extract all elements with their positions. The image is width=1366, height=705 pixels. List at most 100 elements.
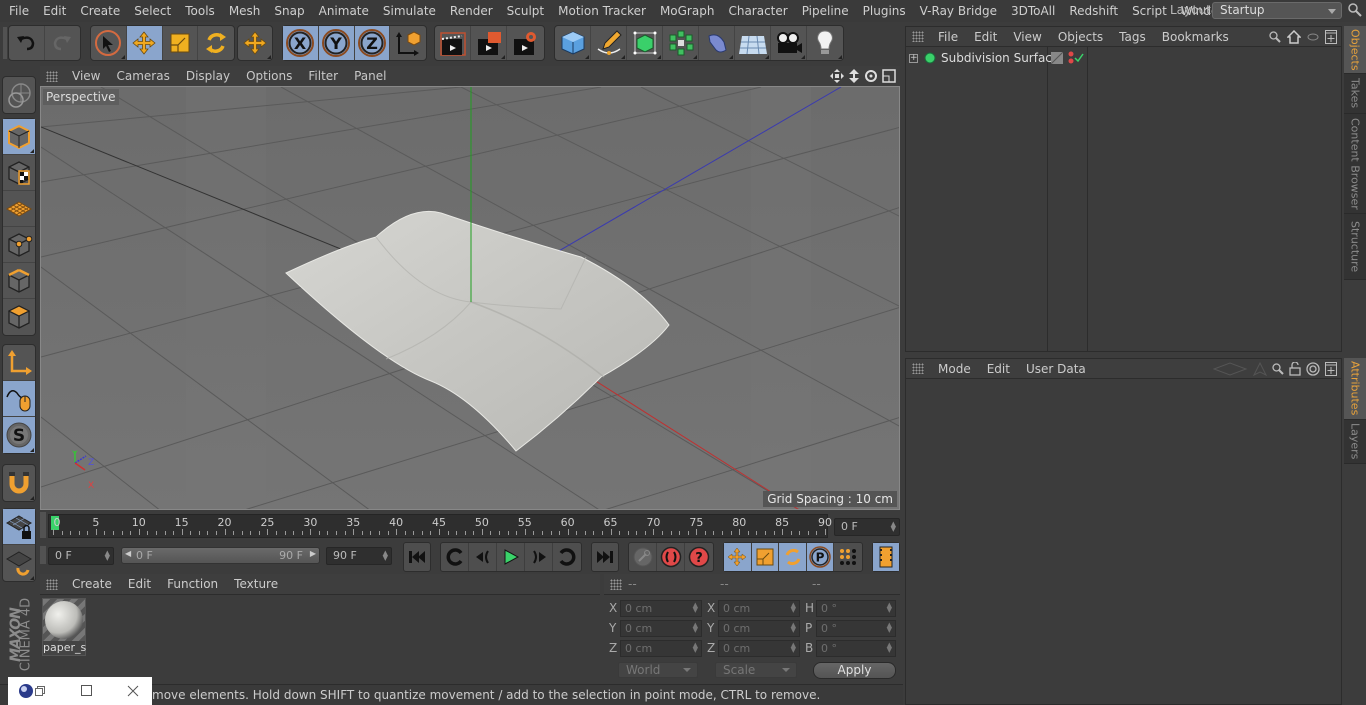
menu-simulate[interactable]: Simulate [376, 4, 443, 18]
side-tab-objects[interactable]: Objects [1344, 26, 1366, 74]
recent-move-button[interactable] [238, 26, 272, 60]
timeline-grip[interactable] [40, 512, 46, 538]
render-settings-button[interactable] [507, 26, 543, 60]
render-view-button[interactable] [435, 26, 471, 60]
end-frame-field[interactable]: 90 F ▲ ▼ [326, 547, 392, 565]
coordinate-system-button[interactable] [390, 26, 426, 60]
position-field[interactable]: 0 cm ▲ ▼ [620, 600, 702, 617]
search-icon[interactable] [1269, 30, 1281, 43]
spinner-icon[interactable]: ▲ ▼ [791, 642, 796, 654]
redo-button[interactable] [45, 26, 81, 60]
move-button[interactable] [126, 26, 163, 60]
camera-label[interactable]: Perspective [43, 89, 119, 105]
material-menu-create[interactable]: Create [64, 577, 120, 591]
tweak-mode-button[interactable] [3, 381, 35, 417]
object-menu-tags[interactable]: Tags [1111, 30, 1154, 44]
subdivision-surface-button[interactable] [627, 26, 663, 60]
cube-button[interactable] [555, 26, 591, 60]
model-mode-button[interactable] [3, 119, 35, 155]
menu-script[interactable]: Script [1125, 4, 1174, 18]
dolly-icon[interactable] [848, 69, 860, 83]
rotate-button[interactable] [198, 26, 234, 60]
coordinate-mode-select[interactable]: Scale [715, 662, 797, 678]
render-picture-viewer-button[interactable] [471, 26, 507, 60]
viewport-menu-display[interactable]: Display [178, 69, 238, 83]
view-toggle-icon[interactable] [1307, 33, 1319, 41]
key-rotation-button[interactable] [779, 543, 807, 571]
viewport-menu-filter[interactable]: Filter [300, 69, 346, 83]
key-position-button[interactable] [724, 543, 752, 571]
live-selection-button[interactable] [91, 26, 127, 60]
new-panel-icon[interactable] [1325, 361, 1337, 376]
rotation-field[interactable]: 0 ° ▲ ▼ [816, 620, 896, 637]
spinner-icon[interactable]: ▲ ▼ [887, 622, 892, 634]
next-key-button[interactable] [553, 543, 581, 571]
material-menu-edit[interactable]: Edit [120, 577, 159, 591]
size-field[interactable]: 0 cm ▲ ▼ [718, 600, 800, 617]
position-field[interactable]: 0 cm ▲ ▼ [620, 620, 702, 637]
material-menu-function[interactable]: Function [159, 577, 226, 591]
size-field[interactable]: 0 cm ▲ ▼ [718, 640, 800, 657]
search-icon[interactable] [1272, 362, 1284, 375]
light-button[interactable] [807, 26, 843, 60]
attribute-menu-edit[interactable]: Edit [979, 362, 1018, 376]
menu-3dtoall[interactable]: 3DToAll [1004, 4, 1062, 18]
material-menu-texture[interactable]: Texture [226, 577, 286, 591]
object-name[interactable]: Subdivision Surface [941, 51, 1059, 65]
edges-mode-button[interactable] [3, 263, 35, 299]
nav-up-icon[interactable] [1253, 361, 1267, 376]
attribute-menu-mode[interactable]: Mode [930, 362, 979, 376]
snap-button[interactable] [3, 465, 35, 501]
maximize-icon[interactable] [81, 685, 93, 697]
workplane-mode-button[interactable] [3, 191, 35, 227]
go-to-start-button[interactable] [404, 543, 430, 571]
unlock-icon[interactable] [1289, 361, 1301, 376]
floor-button[interactable] [735, 26, 771, 60]
texture-mode-button[interactable] [3, 155, 35, 191]
menu-edit[interactable]: Edit [36, 4, 73, 18]
spinner-icon[interactable]: ▲ ▼ [887, 602, 892, 614]
side-tab-structure[interactable]: Structure [1344, 214, 1366, 280]
scale-button[interactable] [163, 26, 199, 60]
pan-icon[interactable] [830, 69, 844, 83]
workplane-align-button[interactable] [3, 545, 35, 581]
viewport-menu-view[interactable]: View [64, 69, 108, 83]
keyframe-selection-button[interactable] [629, 543, 657, 571]
side-tab-takes[interactable]: Takes [1344, 74, 1366, 114]
layer-swatch-icon[interactable] [1051, 52, 1063, 64]
axis-mode-button[interactable] [3, 345, 35, 381]
prev-frame-button[interactable] [469, 543, 497, 571]
menu-create[interactable]: Create [73, 4, 127, 18]
autokey-button[interactable]: ? [685, 543, 713, 571]
target-icon[interactable] [1306, 361, 1320, 376]
close-icon[interactable] [127, 685, 139, 697]
menu-redshift[interactable]: Redshift [1062, 4, 1125, 18]
playback-grip[interactable] [40, 546, 46, 564]
menu-snap[interactable]: Snap [267, 4, 311, 18]
timeline-ruler[interactable]: 0 5 10 15 20 25 30 35 40 45 50 55 60 65 70 75 80 85 90 [48, 514, 832, 538]
spinner-icon[interactable]: ▲ ▼ [693, 642, 698, 654]
restore-icon[interactable] [35, 686, 45, 696]
menu-pipeline[interactable]: Pipeline [795, 4, 856, 18]
panel-grip-icon[interactable] [46, 578, 58, 590]
menu-sculpt[interactable]: Sculpt [500, 4, 551, 18]
go-to-end-button[interactable] [592, 543, 618, 571]
spinner-icon[interactable]: ▲ ▼ [791, 622, 796, 634]
record-button[interactable] [657, 543, 685, 571]
side-tab-attributes[interactable]: Attributes [1344, 358, 1366, 420]
new-panel-icon[interactable] [1325, 29, 1337, 44]
spinner-icon[interactable]: ▲ ▼ [693, 602, 698, 614]
rotation-field[interactable]: 0 ° ▲ ▼ [816, 600, 896, 617]
object-menu-file[interactable]: File [930, 30, 966, 44]
position-field[interactable]: 0 cm ▲ ▼ [620, 640, 702, 657]
menu-select[interactable]: Select [127, 4, 178, 18]
range-left-arrow-icon[interactable]: ◀ [125, 549, 131, 558]
viewport-menu-cameras[interactable]: Cameras [108, 69, 177, 83]
search-icon[interactable] [1348, 3, 1362, 20]
bend-deformer-button[interactable] [699, 26, 735, 60]
y-axis-button[interactable]: Y [318, 26, 355, 60]
cloner-button[interactable] [663, 26, 699, 60]
points-mode-button[interactable] [3, 227, 35, 263]
object-menu-objects[interactable]: Objects [1050, 30, 1111, 44]
play-button[interactable] [497, 543, 525, 571]
